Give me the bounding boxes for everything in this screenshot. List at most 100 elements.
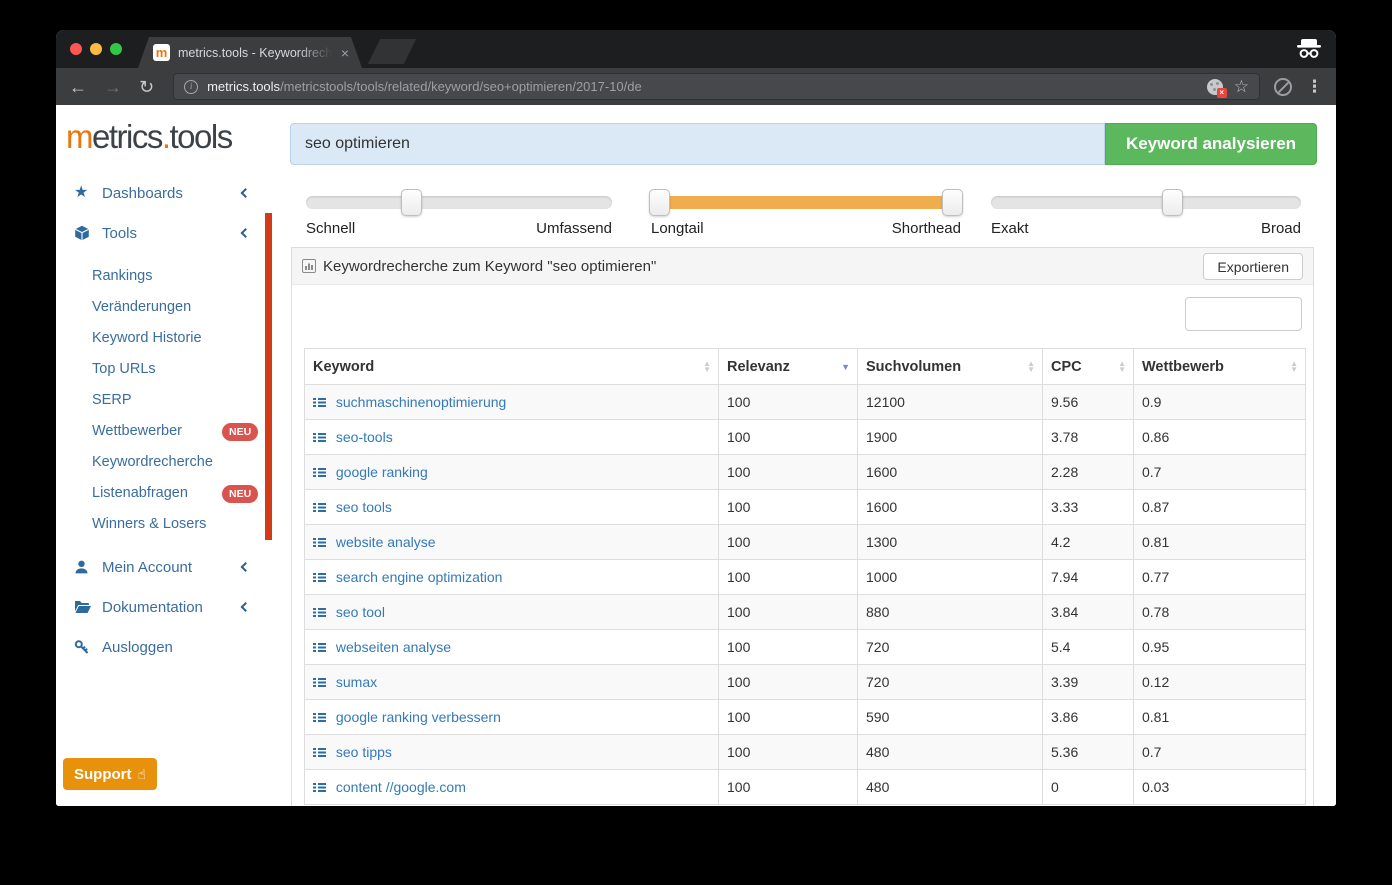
relevanz-cell: 100 [719, 630, 858, 665]
new-tab-button[interactable] [368, 39, 416, 64]
keyword-link[interactable]: google ranking verbessern [336, 709, 501, 725]
cpc-cell: 3.33 [1043, 490, 1134, 525]
star-icon: ★ [74, 185, 93, 201]
keyword-table-body: suchmaschinenoptimierung 100 12100 9.56 … [305, 385, 1306, 805]
sort-icon: ▲▼ [1027, 361, 1035, 373]
close-window-button[interactable] [70, 43, 82, 55]
suchvolumen-cell: 1600 [858, 455, 1043, 490]
relevanz-cell: 100 [719, 385, 858, 420]
wettbewerb-cell: 0.7 [1134, 455, 1306, 490]
column-header-suchvolumen[interactable]: Suchvolumen ▲▼ [858, 349, 1043, 385]
active-section-indicator [265, 213, 272, 540]
keyword-link[interactable]: website analyse [336, 534, 436, 550]
keyword-link[interactable]: seo tool [336, 604, 385, 620]
results-panel: Keywordrecherche zum Keyword "seo optimi… [291, 247, 1314, 806]
slider-handle[interactable] [401, 189, 422, 216]
cpc-cell: 7.94 [1043, 560, 1134, 595]
sidebar-subitem[interactable]: Veränderungen [56, 292, 287, 323]
sidebar-subitem[interactable]: Listenabfragen NEU [56, 478, 287, 509]
sidebar-subitem[interactable]: Keywordrecherche [56, 447, 287, 478]
cookie-blocked-icon[interactable] [1207, 79, 1223, 95]
list-icon [313, 643, 326, 652]
sidebar-subitem[interactable]: Keyword Historie [56, 323, 287, 354]
sidebar-subitem[interactable]: Top URLs [56, 354, 287, 385]
keyword-search-input[interactable] [290, 123, 1105, 165]
reload-icon[interactable]: ↻ [139, 78, 154, 96]
cpc-cell: 3.78 [1043, 420, 1134, 455]
keyword-link[interactable]: seo-tools [336, 429, 393, 445]
keyword-link[interactable]: seo tipps [336, 744, 392, 760]
keyword-link[interactable]: suchmaschinenoptimierung [336, 394, 506, 410]
page-info-icon[interactable]: i [184, 80, 198, 94]
logo[interactable]: metrics.tools [66, 118, 232, 156]
neu-badge: NEU [222, 485, 258, 503]
browser-menu-icon[interactable]: ⋮ [1306, 77, 1323, 97]
slider-handle-right[interactable] [942, 189, 963, 216]
column-header-relevanz[interactable]: Relevanz ▼ [719, 349, 858, 385]
cpc-cell: 2.28 [1043, 455, 1134, 490]
table-row: website analyse 100 1300 4.2 0.81 [305, 525, 1306, 560]
cpc-cell: 9.56 [1043, 385, 1134, 420]
wettbewerb-cell: 0.03 [1134, 770, 1306, 805]
minimize-window-button[interactable] [90, 43, 102, 55]
sort-icon: ▲▼ [1118, 361, 1126, 373]
suchvolumen-cell: 720 [858, 665, 1043, 700]
export-button[interactable]: Exportieren [1203, 253, 1303, 280]
slider-label-left: Longtail [651, 220, 704, 237]
sidebar-subitem[interactable]: SERP [56, 385, 287, 416]
tools-subnav: Rankings Veränderungen Keyword Historie … [56, 261, 287, 540]
relevanz-cell: 100 [719, 735, 858, 770]
keyword-link[interactable]: google ranking [336, 464, 428, 480]
column-header-keyword[interactable]: Keyword ▲▼ [305, 349, 719, 385]
list-icon [313, 713, 326, 722]
bookmark-star-icon[interactable]: ☆ [1234, 78, 1249, 95]
sidebar-subitem[interactable]: Rankings [56, 261, 287, 292]
keyword-link[interactable]: search engine optimization [336, 569, 503, 585]
table-row: content //google.com 100 480 0 0.03 [305, 770, 1306, 805]
table-row: webseiten analyse 100 720 5.4 0.95 [305, 630, 1306, 665]
sidebar-item-logout[interactable]: Ausloggen [56, 631, 287, 663]
column-header-wettbewerb[interactable]: Wettbewerb ▲▼ [1134, 349, 1306, 385]
support-button[interactable]: Support ☝ [63, 758, 157, 790]
sort-icon: ▲▼ [1290, 361, 1298, 373]
keyword-link[interactable]: seo tools [336, 499, 392, 515]
sidebar-item-tools[interactable]: Tools [56, 217, 287, 249]
slider-track[interactable] [306, 196, 612, 209]
table-filter-input[interactable] [1185, 297, 1302, 331]
table-row: google ranking 100 1600 2.28 0.7 [305, 455, 1306, 490]
back-icon[interactable]: ← [69, 78, 87, 96]
sidebar-item-documentation[interactable]: Dokumentation [56, 591, 287, 623]
keyword-link[interactable]: sumax [336, 674, 377, 690]
list-icon [313, 608, 326, 617]
slider-range-fill [653, 196, 959, 209]
table-row: search engine optimization 100 1000 7.94… [305, 560, 1306, 595]
tab-close-icon[interactable]: × [341, 45, 349, 61]
sidebar-subitem[interactable]: Winners & Losers [56, 509, 287, 540]
suchvolumen-cell: 480 [858, 735, 1043, 770]
zoom-window-button[interactable] [110, 43, 122, 55]
slider-track[interactable] [991, 196, 1301, 209]
url-bar[interactable]: i metrics.tools /metricstools/tools/rela… [173, 73, 1260, 100]
slider-track[interactable] [651, 196, 961, 209]
table-row: seo-tools 100 1900 3.78 0.86 [305, 420, 1306, 455]
content-blocked-icon[interactable] [1274, 78, 1292, 96]
sidebar-subitem[interactable]: Wettbewerber NEU [56, 416, 287, 447]
list-icon [313, 573, 326, 582]
slider-handle[interactable] [1162, 189, 1183, 216]
key-icon [74, 639, 93, 655]
analyze-keyword-button[interactable]: Keyword analysieren [1105, 123, 1317, 165]
browser-tab[interactable]: m metrics.tools - Keywordrecher × [138, 37, 362, 68]
column-header-cpc[interactable]: CPC ▲▼ [1043, 349, 1134, 385]
sidebar-item-account[interactable]: Mein Account [56, 551, 287, 583]
neu-badge: NEU [222, 423, 258, 441]
slider-label-right: Shorthead [892, 220, 961, 237]
main-content: Keyword analysieren Schnell Umfassend Lo… [287, 105, 1336, 806]
sidebar-item-dashboards[interactable]: ★ Dashboards [56, 177, 287, 209]
panel-title: Keywordrecherche zum Keyword "seo optimi… [323, 258, 656, 275]
slider-handle-left[interactable] [649, 189, 670, 216]
keyword-link[interactable]: content //google.com [336, 779, 466, 795]
wettbewerb-cell: 0.78 [1134, 595, 1306, 630]
keyword-link[interactable]: webseiten analyse [336, 639, 451, 655]
tab-strip: m metrics.tools - Keywordrecher × [56, 30, 1336, 68]
suchvolumen-cell: 1900 [858, 420, 1043, 455]
